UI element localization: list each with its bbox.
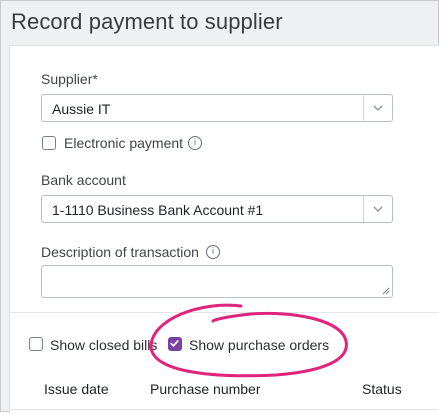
- highlight-circle-annotation: [149, 303, 348, 378]
- dialog-window: Record payment to supplier Supplier* Aus…: [0, 0, 439, 414]
